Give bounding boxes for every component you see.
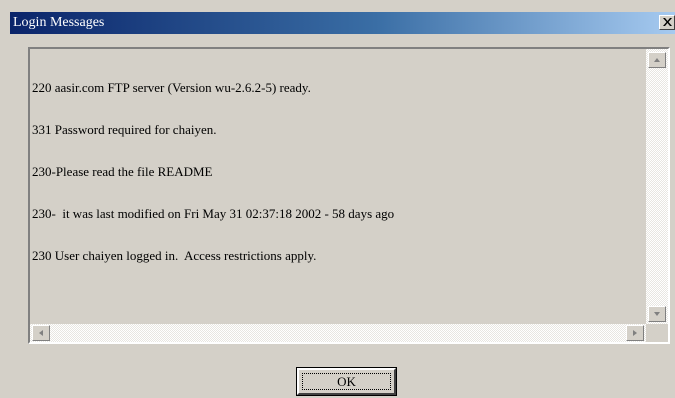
scroll-left-button[interactable] xyxy=(32,325,50,341)
scrollbar-corner xyxy=(646,324,668,342)
message-line: 331 Password required for chaiyen. xyxy=(32,122,217,137)
close-button[interactable] xyxy=(659,15,675,30)
message-line: 230-Please read the file README xyxy=(32,164,213,179)
title-bar[interactable]: Login Messages xyxy=(10,12,675,34)
messages-text: 220 aasir.com FTP server (Version wu-2.6… xyxy=(32,53,636,323)
message-line: 230 User chaiyen logged in. Access restr… xyxy=(32,248,317,263)
scroll-up-button[interactable] xyxy=(648,52,666,68)
scroll-down-button[interactable] xyxy=(648,306,666,322)
dialog-body: 220 aasir.com FTP server (Version wu-2.6… xyxy=(10,34,675,398)
vertical-scrollbar[interactable] xyxy=(646,49,668,324)
messages-textbox[interactable]: 220 aasir.com FTP server (Version wu-2.6… xyxy=(28,47,670,344)
scroll-right-button[interactable] xyxy=(626,325,644,341)
ok-button[interactable]: OK xyxy=(296,367,397,396)
ok-button-label: OK xyxy=(302,373,391,390)
message-line: 230- it was last modified on Fri May 31 … xyxy=(32,206,395,221)
horizontal-scrollbar[interactable] xyxy=(30,324,646,342)
login-messages-dialog: Login Messages 220 aasir.com FTP server … xyxy=(0,0,675,398)
message-line: 220 aasir.com FTP server (Version wu-2.6… xyxy=(32,80,311,95)
window-title: Login Messages xyxy=(13,15,105,30)
